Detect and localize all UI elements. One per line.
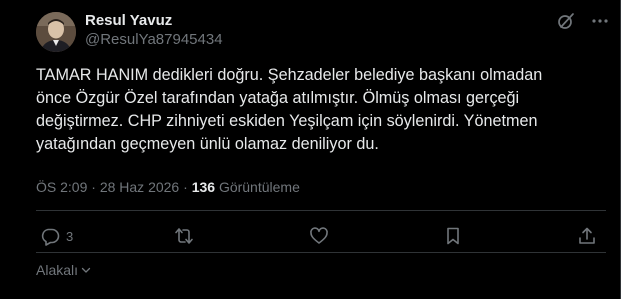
tweet-text: TAMAR HANIM dedikleri doğru. Şehzadeler … <box>36 66 543 153</box>
retweet-icon <box>175 228 193 244</box>
views-label[interactable]: Görüntüleme <box>219 179 300 195</box>
author-handle[interactable]: @ResulYa87945434 <box>85 31 223 49</box>
bookmark-button[interactable] <box>443 225 463 247</box>
tweet-date[interactable]: 28 Haz 2026 <box>100 179 179 195</box>
chevron-down-icon <box>81 267 91 273</box>
reply-count: 3 <box>66 228 74 244</box>
related-sort-dropdown[interactable]: Alakalı <box>36 261 92 279</box>
share-button[interactable] <box>577 225 597 247</box>
tweet-meta: ÖS 2:09 · 28 Haz 2026 · 136 Görüntüleme <box>36 178 300 196</box>
share-icon <box>579 227 595 244</box>
views-count[interactable]: 136 <box>192 179 215 195</box>
reply-button[interactable]: 3 <box>40 225 73 247</box>
meta-separator: · <box>183 179 188 195</box>
author-display-name[interactable]: Resul Yavuz <box>85 12 172 30</box>
tweet-time[interactable]: ÖS 2:09 <box>36 179 87 195</box>
grok-icon[interactable] <box>556 11 576 31</box>
retweet-button[interactable] <box>174 225 194 247</box>
reply-icon <box>41 228 60 246</box>
like-button[interactable] <box>309 225 329 247</box>
meta-separator: · <box>91 179 96 195</box>
bookmark-icon <box>447 227 459 245</box>
divider-top <box>36 210 606 211</box>
related-label: Alakalı <box>36 262 79 278</box>
divider-bottom <box>36 252 606 253</box>
heart-icon <box>310 227 328 244</box>
profile-photo-icon <box>36 12 76 52</box>
more-options-icon[interactable] <box>590 11 610 31</box>
avatar[interactable] <box>36 12 76 52</box>
